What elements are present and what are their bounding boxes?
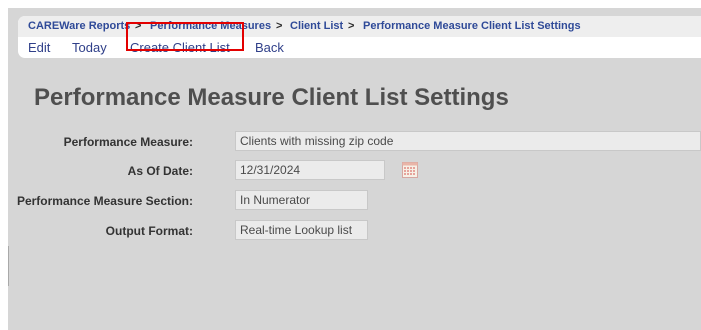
breadcrumb-separator: > [135,20,142,32]
performance-measure-section-value: In Numerator [235,190,368,210]
menu-today-link[interactable]: Today [72,37,107,58]
breadcrumb-client-list[interactable]: Client List [290,16,343,37]
header-panel: CAREWare Reports > Performance Measures … [18,16,701,58]
breadcrumb: CAREWare Reports > Performance Measures … [18,16,701,37]
as-of-date-label: As Of Date: [127,164,193,178]
menu-create-client-list-link[interactable]: Create Client List [130,37,230,58]
breadcrumb-separator: > [276,20,283,32]
as-of-date-row: As Of Date: 12/31/2024 [8,160,701,182]
output-format-row: Output Format: Real-time Lookup list [8,220,701,242]
action-menu: Edit Today Create Client List Back [18,37,701,58]
breadcrumb-current-page: Performance Measure Client List Settings [363,20,581,32]
left-edge-divider [8,246,9,286]
performance-measure-label: Performance Measure: [63,135,193,149]
menu-back-link[interactable]: Back [255,37,284,58]
calendar-icon[interactable] [402,162,418,178]
performance-measure-row: Performance Measure: Clients with missin… [8,131,701,153]
output-format-label: Output Format: [105,224,193,238]
menu-edit-link[interactable]: Edit [28,37,50,58]
page-title: Performance Measure Client List Settings [34,84,509,111]
performance-measure-section-row: Performance Measure Section: In Numerato… [8,190,701,212]
output-format-value: Real-time Lookup list [235,220,368,240]
breadcrumb-performance-measures[interactable]: Performance Measures [150,16,271,37]
performance-measure-section-label: Performance Measure Section: [16,194,193,208]
as-of-date-value: 12/31/2024 [235,160,385,180]
performance-measure-value: Clients with missing zip code [235,131,701,151]
breadcrumb-separator: > [348,20,355,32]
breadcrumb-careware-reports[interactable]: CAREWare Reports [28,16,130,37]
report-page: CAREWare Reports > Performance Measures … [8,8,701,330]
